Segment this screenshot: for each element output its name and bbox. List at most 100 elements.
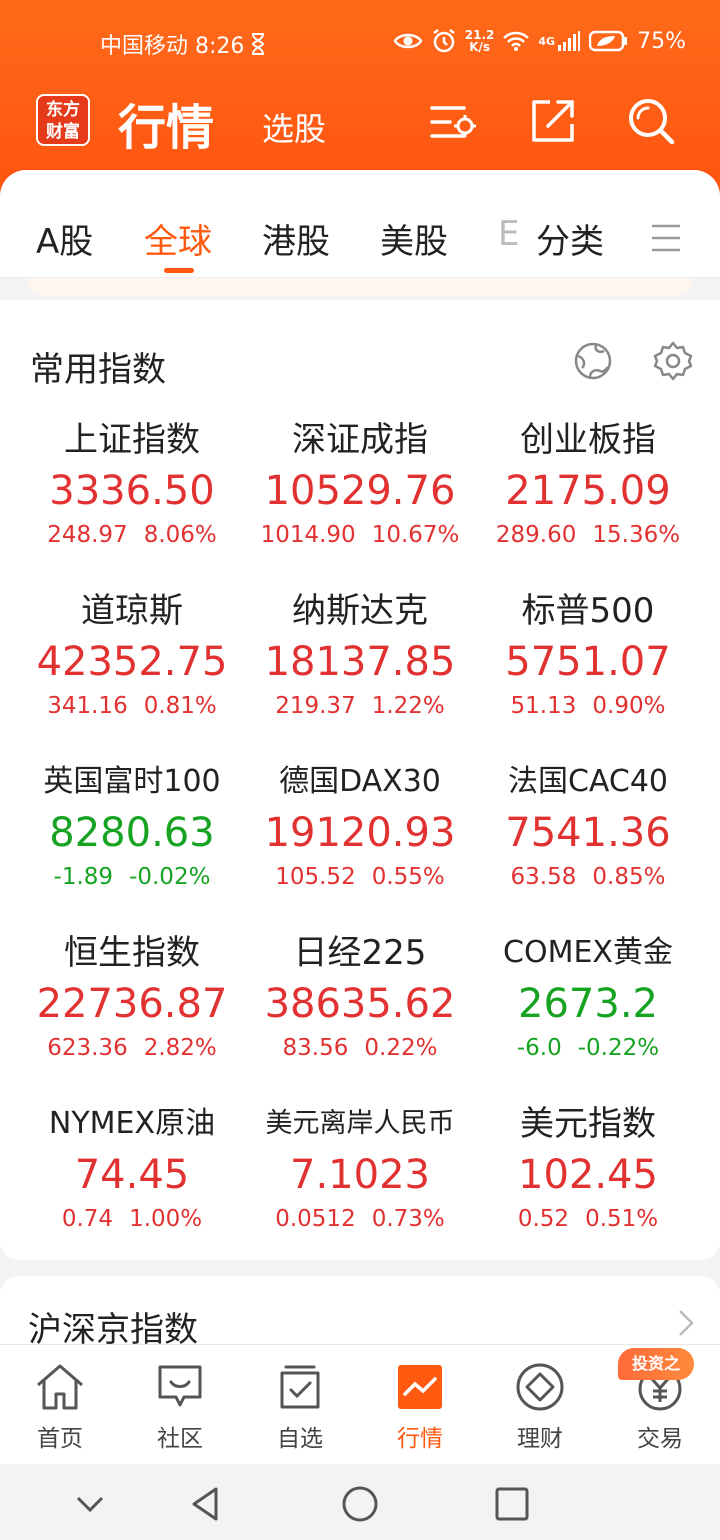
index-name: 日经225 bbox=[293, 933, 427, 973]
index-cell[interactable]: NYMEX原油 74.45 0.74 1.00% bbox=[18, 1102, 246, 1273]
index-change: 0.52 bbox=[517, 1206, 570, 1232]
filter-settings-icon[interactable] bbox=[428, 96, 478, 146]
index-percent: 0.85% bbox=[592, 864, 666, 890]
index-percent: 1.22% bbox=[371, 693, 445, 719]
index-price: 8280.63 bbox=[49, 810, 215, 856]
index-price: 7.1023 bbox=[290, 1152, 430, 1198]
index-name: 美元指数 bbox=[520, 1104, 656, 1144]
index-cell[interactable]: 标普500 5751.07 51.13 0.90% bbox=[474, 589, 702, 760]
index-name: 纳斯达克 bbox=[292, 591, 428, 631]
index-price: 5751.07 bbox=[505, 639, 671, 685]
index-percent: 15.36% bbox=[592, 522, 681, 548]
index-name: NYMEX原油 bbox=[48, 1106, 216, 1141]
net-speed: 21.2 K/s bbox=[464, 28, 495, 54]
tab-menu-icon[interactable] bbox=[650, 222, 682, 254]
tab-us-stocks[interactable]: 美股 bbox=[380, 214, 448, 263]
index-price: 102.45 bbox=[518, 1152, 658, 1198]
index-cell[interactable]: 英国富时100 8280.63 -1.89 -0.02% bbox=[18, 760, 246, 931]
index-cell[interactable]: 德国DAX30 19120.93 105.52 0.55% bbox=[246, 760, 474, 931]
section-title: 常用指数 bbox=[30, 350, 166, 390]
index-percent: 8.06% bbox=[143, 522, 217, 548]
home-circle-icon[interactable] bbox=[340, 1484, 380, 1524]
index-percent: 2.82% bbox=[143, 1035, 217, 1061]
index-change: 623.36 bbox=[47, 1035, 128, 1061]
status-left: 中国移动 8:26 bbox=[100, 28, 266, 60]
battery-level: 75% bbox=[637, 28, 686, 54]
index-name: 美元离岸人民币 bbox=[265, 1108, 455, 1139]
market-chart-icon bbox=[398, 1365, 442, 1409]
nav-wealth[interactable]: 理财 bbox=[495, 1361, 585, 1453]
index-price: 38635.62 bbox=[264, 981, 456, 1027]
index-change: 289.60 bbox=[495, 522, 577, 548]
tab-etf-partial[interactable]: E bbox=[498, 214, 524, 254]
index-cell[interactable]: 美元指数 102.45 0.52 0.51% bbox=[474, 1102, 702, 1273]
chevron-right-icon[interactable] bbox=[676, 1308, 696, 1338]
page-title[interactable]: 行情 bbox=[118, 88, 214, 158]
market-tab-bar: A股 全球 港股 美股 E 分类 bbox=[0, 170, 720, 278]
bottom-nav: 首页 社区 自选 行情 理财 交易 bbox=[0, 1344, 720, 1464]
index-price: 42352.75 bbox=[36, 639, 228, 685]
index-cell[interactable]: COMEX黄金 2673.2 -6.0 -0.22% bbox=[474, 931, 702, 1102]
index-change: 1014.90 bbox=[260, 522, 356, 548]
index-cell[interactable]: 深证成指 10529.76 1014.90 10.67% bbox=[246, 418, 474, 589]
wifi-icon bbox=[503, 31, 530, 51]
index-change: 51.13 bbox=[510, 693, 577, 719]
share-icon[interactable] bbox=[528, 96, 578, 146]
index-price: 3336.50 bbox=[49, 468, 215, 514]
nav-market[interactable]: 行情 bbox=[375, 1361, 465, 1453]
home-icon bbox=[37, 1364, 83, 1410]
index-percent: -0.02% bbox=[129, 864, 211, 890]
index-change: 341.16 bbox=[47, 693, 128, 719]
index-change: 0.0512 bbox=[275, 1206, 356, 1232]
stock-picker-link[interactable]: 选股 bbox=[262, 104, 326, 150]
index-cell[interactable]: 法国CAC40 7541.36 63.58 0.85% bbox=[474, 760, 702, 931]
nav-community[interactable]: 社区 bbox=[135, 1361, 225, 1453]
back-triangle-icon[interactable] bbox=[186, 1484, 226, 1524]
index-name: 德国DAX30 bbox=[279, 764, 441, 799]
index-cell[interactable]: 恒生指数 22736.87 623.36 2.82% bbox=[18, 931, 246, 1102]
index-name: COMEX黄金 bbox=[503, 935, 673, 970]
index-change: 248.97 bbox=[47, 522, 128, 548]
app-logo[interactable]: 东方 财富 bbox=[36, 94, 90, 146]
signal-icon bbox=[558, 31, 581, 51]
index-price: 22736.87 bbox=[36, 981, 228, 1027]
index-cell[interactable]: 创业板指 2175.09 289.60 15.36% bbox=[474, 418, 702, 589]
tab-hk-stocks[interactable]: 港股 bbox=[262, 214, 330, 263]
recents-square-icon[interactable] bbox=[492, 1484, 532, 1524]
status-right: 21.2 K/s 4G 75% bbox=[393, 28, 686, 54]
settings-gear-icon[interactable] bbox=[652, 340, 694, 382]
nav-home[interactable]: 首页 bbox=[15, 1361, 105, 1453]
index-change: 63.58 bbox=[510, 864, 577, 890]
eye-icon bbox=[393, 33, 423, 49]
banner-edge bbox=[28, 278, 692, 296]
index-cell[interactable]: 日经225 38635.62 83.56 0.22% bbox=[246, 931, 474, 1102]
index-cell[interactable]: 道琼斯 42352.75 341.16 0.81% bbox=[18, 589, 246, 760]
index-name: 上证指数 bbox=[64, 420, 200, 460]
chat-icon bbox=[158, 1365, 202, 1407]
index-change: 219.37 bbox=[275, 693, 356, 719]
network-type: 4G bbox=[538, 34, 556, 48]
system-nav-bar bbox=[0, 1464, 720, 1540]
chevron-down-icon[interactable] bbox=[70, 1484, 110, 1524]
nav-watchlist[interactable]: 自选 bbox=[255, 1361, 345, 1453]
index-price: 10529.76 bbox=[264, 468, 456, 514]
tab-category[interactable]: 分类 bbox=[536, 214, 604, 263]
index-name: 法国CAC40 bbox=[507, 764, 669, 799]
index-cell[interactable]: 纳斯达克 18137.85 219.37 1.22% bbox=[246, 589, 474, 760]
hourglass-icon bbox=[252, 33, 265, 55]
search-icon[interactable] bbox=[626, 96, 676, 146]
index-percent: 10.67% bbox=[371, 522, 460, 548]
diamond-coin-icon bbox=[516, 1363, 564, 1411]
globe-icon[interactable] bbox=[572, 340, 614, 382]
index-percent: 0.51% bbox=[585, 1206, 659, 1232]
tab-a-share[interactable]: A股 bbox=[36, 214, 93, 263]
index-name: 深证成指 bbox=[292, 420, 428, 460]
index-price: 2673.2 bbox=[518, 981, 658, 1027]
index-cell[interactable]: 美元离岸人民币 7.1023 0.0512 0.73% bbox=[246, 1102, 474, 1273]
index-change: 105.52 bbox=[275, 864, 356, 890]
tab-global[interactable]: 全球 bbox=[144, 214, 212, 263]
index-percent: 0.22% bbox=[364, 1035, 438, 1061]
index-name: 恒生指数 bbox=[64, 933, 200, 973]
index-cell[interactable]: 上证指数 3336.50 248.97 8.06% bbox=[18, 418, 246, 589]
promo-badge[interactable]: 投资之 bbox=[618, 1348, 695, 1380]
